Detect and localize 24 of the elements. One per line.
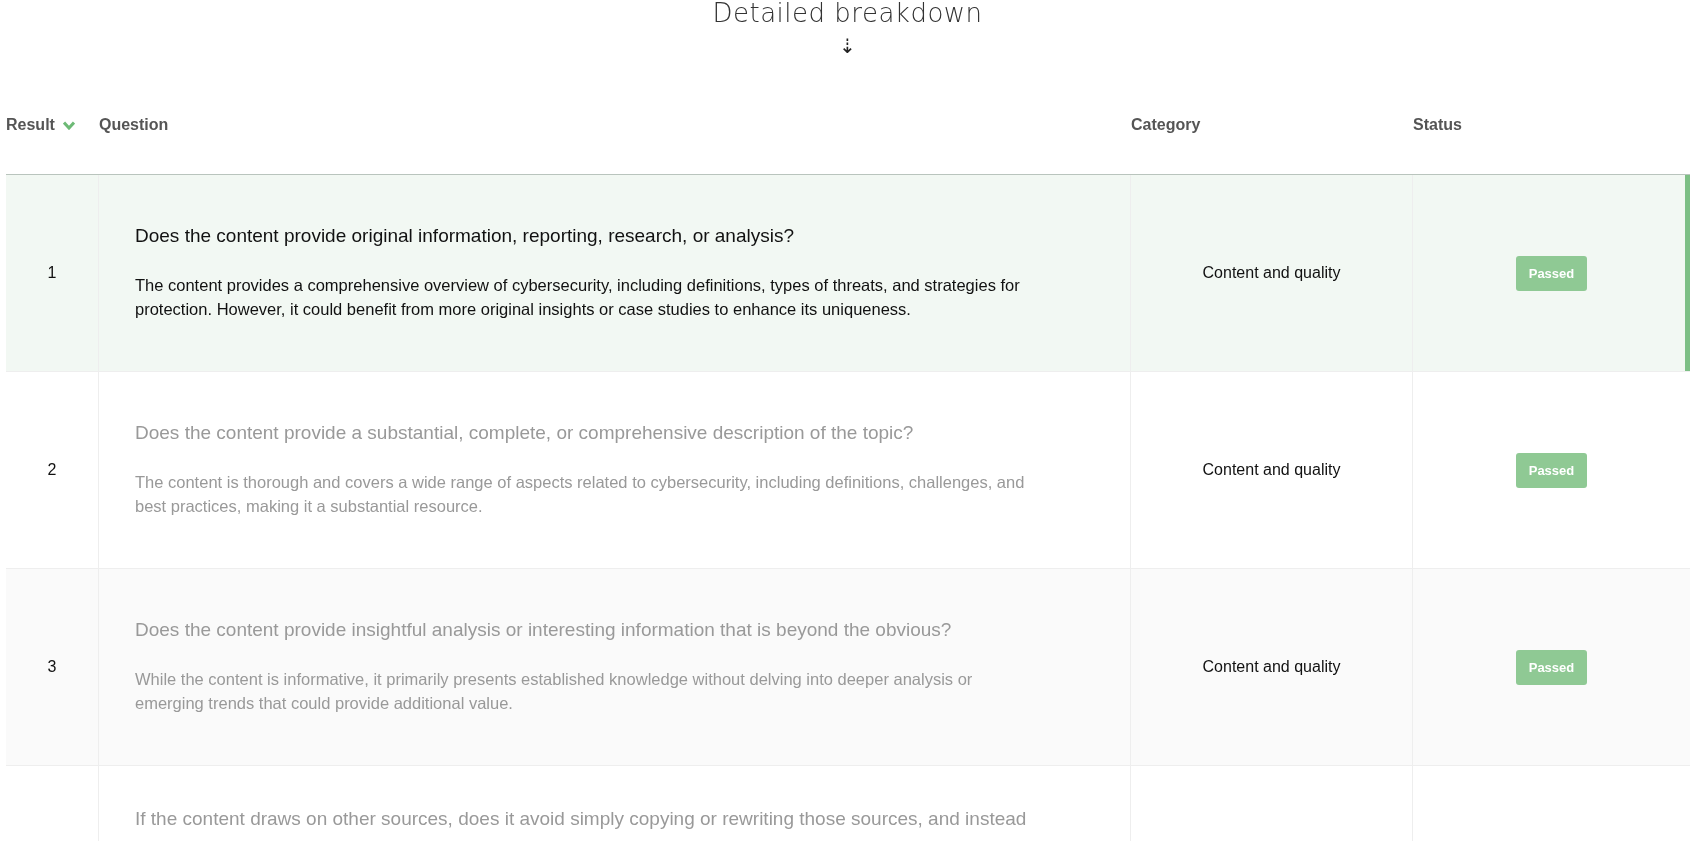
status-badge: Passed bbox=[1515, 452, 1588, 488]
explanation-text: The content is thorough and covers a wide range of aspects related to cybersecurity, including definitions, challenges, and best practices, making it a substantial resource. bbox=[135, 472, 1026, 517]
explanation-text: The content provides a comprehensive overview of cybersecurity, including definitions, types of threats, and strategies for protection. However, it could benefit from more original insights or case studies to enhance its uniqueness. bbox=[135, 275, 1021, 320]
category-text: Content and quality bbox=[1202, 264, 1341, 282]
category-text: Content and quality bbox=[1202, 658, 1341, 676]
chevron-down-icon[interactable] bbox=[62, 120, 75, 130]
category-text: Content and quality bbox=[1202, 461, 1341, 479]
result-number: 2 bbox=[47, 461, 57, 479]
question-text: Does the content provide a substantial, complete, or comprehensive description of the topic? bbox=[135, 422, 915, 444]
result-number: 3 bbox=[47, 658, 57, 676]
scroll-down-hint: ⇣ bbox=[839, 36, 856, 56]
column-header[interactable]: Category bbox=[1131, 116, 1201, 134]
table-row[interactable] bbox=[6, 175, 1690, 372]
question-text: Does the content provide insightful analysis or interesting information that is beyond the obvious? bbox=[135, 619, 953, 641]
section-title: Detailed breakdown bbox=[712, 0, 983, 26]
question-text: Does the content provide original information, reporting, research, or analysis? bbox=[135, 225, 796, 247]
column-header[interactable]: Question bbox=[99, 116, 169, 134]
question-text: If the content draws on other sources, does it avoid simply copying or rewriting those sources, and instead bbox=[135, 808, 1028, 830]
column-header[interactable]: Status bbox=[1413, 116, 1462, 134]
status-badge: Passed bbox=[1515, 255, 1588, 291]
column-header[interactable]: Result bbox=[6, 116, 55, 134]
status-badge: Passed bbox=[1515, 649, 1588, 685]
explanation-text: While the content is informative, it primarily presents established knowledge without delving into deeper analysis or emerging trends that could provide additional value. bbox=[135, 669, 974, 714]
result-number: 1 bbox=[47, 264, 57, 282]
